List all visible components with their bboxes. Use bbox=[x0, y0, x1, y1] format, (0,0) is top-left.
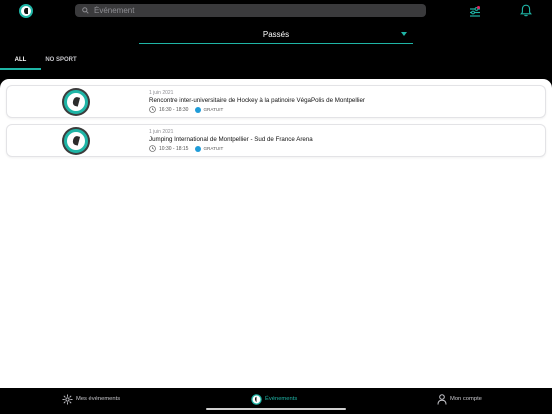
tab-all[interactable]: ALL bbox=[0, 54, 41, 70]
filter-icon[interactable] bbox=[469, 5, 481, 17]
event-time: 16:30 - 18:30 bbox=[159, 106, 189, 113]
top-bar bbox=[0, 0, 552, 24]
app-logo-icon[interactable] bbox=[19, 4, 33, 18]
event-date: 1 juin 2021 bbox=[149, 129, 174, 135]
event-price: GRATUIT bbox=[203, 107, 224, 112]
event-list: 1 juin 2021 Rencontre inter-universitair… bbox=[0, 79, 552, 388]
period-selector[interactable]: Passés bbox=[139, 26, 413, 44]
search-bar[interactable] bbox=[75, 4, 426, 17]
event-card[interactable]: 1 juin 2021 Jumping International de Mon… bbox=[6, 124, 546, 157]
home-indicator bbox=[206, 408, 346, 410]
chevron-down-icon bbox=[401, 32, 407, 36]
tab-no-sport[interactable]: NO SPORT bbox=[41, 54, 81, 70]
category-tabs: ALL NO SPORT bbox=[0, 54, 200, 70]
price-icon bbox=[195, 145, 202, 152]
event-date: 1 juin 2021 bbox=[149, 90, 174, 96]
bell-icon[interactable] bbox=[520, 4, 532, 17]
event-meta: 10:30 - 18:15 GRATUIT bbox=[149, 145, 223, 152]
clock-icon bbox=[149, 145, 156, 152]
event-title: Rencontre inter-universitaire de Hockey … bbox=[149, 97, 365, 104]
clock-icon bbox=[149, 106, 156, 113]
bottom-nav: Mes événements Événements Mon compte bbox=[0, 388, 552, 414]
event-title: Jumping International de Montpellier - S… bbox=[149, 136, 313, 143]
event-meta: 16:30 - 18:30 GRATUIT bbox=[149, 106, 223, 113]
nav-label: Mon compte bbox=[450, 396, 482, 402]
event-time: 10:30 - 18:15 bbox=[159, 145, 189, 152]
event-thumbnail bbox=[62, 127, 90, 155]
sparkle-icon bbox=[62, 393, 73, 405]
user-icon bbox=[437, 393, 447, 405]
price-icon bbox=[195, 106, 202, 113]
nav-label: Mes événements bbox=[76, 396, 121, 402]
search-icon bbox=[78, 4, 92, 17]
event-card[interactable]: 1 juin 2021 Rencontre inter-universitair… bbox=[6, 85, 546, 118]
nav-label: Événements bbox=[265, 396, 298, 402]
nav-mes-evenements[interactable]: Mes événements bbox=[62, 393, 120, 405]
nav-mon-compte[interactable]: Mon compte bbox=[437, 393, 482, 405]
event-price: GRATUIT bbox=[203, 146, 224, 151]
search-input[interactable] bbox=[94, 6, 414, 15]
nav-evenements[interactable]: Événements bbox=[251, 393, 297, 405]
event-thumbnail bbox=[62, 88, 90, 116]
period-label: Passés bbox=[262, 30, 290, 39]
app-logo-icon bbox=[251, 393, 262, 405]
